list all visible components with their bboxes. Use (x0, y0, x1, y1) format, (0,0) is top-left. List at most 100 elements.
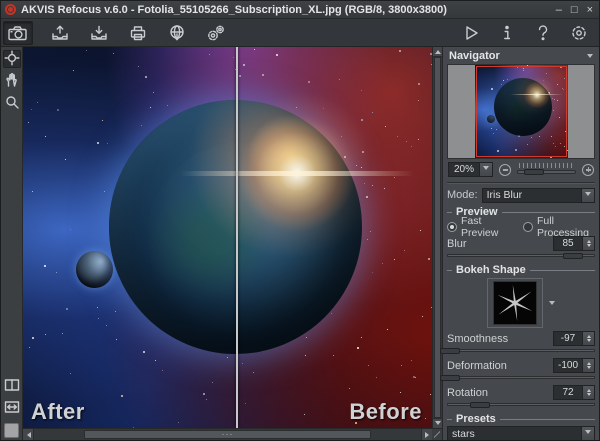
zoom-slider-ticks (519, 163, 574, 168)
blur-spinner[interactable] (583, 236, 595, 251)
preview-group: Preview Fast Preview Full Processing Blu… (447, 206, 595, 262)
preset-dropdown-arrow[interactable] (582, 426, 595, 441)
bokeh-shape-preview[interactable] (493, 281, 537, 325)
scroll-left-arrow[interactable] (23, 429, 34, 440)
mode-row: Mode: Iris Blur (447, 186, 595, 204)
blur-slider[interactable] (447, 252, 595, 260)
split-view-button[interactable] (3, 377, 21, 395)
zoom-value[interactable]: 20% (448, 162, 480, 177)
close-button[interactable]: × (587, 5, 593, 15)
focus-area-tool[interactable] (3, 50, 21, 68)
mode-label: Mode: (447, 189, 478, 201)
bokeh-group: Bokeh Shape (447, 264, 595, 411)
navigator-header[interactable]: Navigator (447, 49, 595, 63)
rotation-param: Rotation 72 (447, 384, 595, 401)
tool-sidebar (1, 47, 23, 440)
zoom-slider[interactable] (517, 163, 576, 177)
play-icon (461, 23, 481, 43)
fast-preview-radio[interactable] (447, 222, 457, 232)
open-button[interactable] (48, 21, 72, 45)
hand-tool[interactable] (3, 72, 21, 90)
preset-value: stars (447, 426, 582, 441)
presets-group-title: Presets (447, 413, 595, 425)
batch-button[interactable] (204, 21, 228, 45)
rotation-value[interactable]: 72 (553, 385, 583, 400)
smoothness-slider-handle[interactable] (440, 348, 460, 354)
canvas-area: After Before (23, 47, 442, 440)
target-move-icon (4, 50, 20, 69)
moon-small (487, 115, 495, 123)
vertical-scroll-thumb[interactable] (434, 57, 441, 418)
zoom-out-button[interactable] (499, 164, 511, 176)
globe-download-icon (167, 23, 187, 43)
gears-icon (205, 23, 227, 43)
rotation-slider[interactable] (447, 401, 595, 409)
smoothness-slider[interactable] (447, 347, 595, 355)
about-button[interactable] (495, 21, 519, 45)
full-processing-radio[interactable] (523, 222, 533, 232)
bokeh-shape-frame (487, 278, 543, 328)
separator (447, 182, 595, 184)
swap-view-button[interactable] (3, 399, 21, 417)
zoom-dropdown-button[interactable] (480, 162, 493, 177)
preset-select[interactable]: stars (447, 426, 595, 441)
zoom-controls: 20% (447, 159, 595, 180)
fast-preview-option[interactable]: Fast Preview (447, 215, 519, 239)
toolbar (1, 19, 599, 47)
mode-dropdown-arrow[interactable] (582, 188, 595, 203)
run-button[interactable] (459, 21, 483, 45)
help-icon (535, 23, 551, 43)
vertical-scrollbar[interactable] (432, 47, 442, 428)
bokeh-shape-dropdown[interactable] (549, 301, 555, 308)
image-view[interactable]: After Before (23, 47, 432, 428)
navigator-collapse-icon[interactable] (587, 54, 593, 61)
info-icon (500, 23, 514, 43)
publish-button[interactable] (165, 21, 189, 45)
deformation-spinner[interactable] (583, 358, 595, 373)
deformation-slider-handle[interactable] (440, 375, 460, 381)
preferences-button[interactable] (567, 21, 591, 45)
window-title: AKVIS Refocus v.6.0 - Fotolia_55105266_S… (21, 4, 447, 16)
rotation-spinner[interactable] (583, 385, 595, 400)
minimize-button[interactable]: – (556, 5, 562, 15)
maximize-button[interactable]: □ (571, 5, 578, 15)
hand-icon (4, 72, 20, 91)
deformation-value[interactable]: -100 (553, 358, 583, 373)
rotation-slider-handle[interactable] (470, 402, 490, 408)
scroll-right-arrow[interactable] (421, 429, 432, 440)
zoom-in-button[interactable] (582, 164, 594, 176)
print-icon (128, 23, 148, 43)
full-processing-option[interactable]: Full Processing (523, 215, 595, 239)
smoothness-value[interactable]: -97 (553, 331, 583, 346)
scroll-down-arrow[interactable] (433, 418, 442, 428)
zoom-slider-handle[interactable] (524, 169, 544, 175)
sun-flare (236, 112, 359, 235)
horizontal-scroll-thumb[interactable] (84, 430, 370, 439)
after-label: After (31, 399, 85, 425)
print-button[interactable] (126, 21, 150, 45)
star-shape-icon (494, 282, 536, 324)
smoothness-spinner[interactable] (583, 331, 595, 346)
help-button[interactable] (531, 21, 555, 45)
before-after-split-line[interactable] (236, 47, 238, 428)
camera-button[interactable] (3, 21, 33, 45)
scroll-up-arrow[interactable] (433, 47, 442, 57)
app-icon (5, 4, 16, 15)
gear-icon (569, 23, 589, 43)
deformation-param: Deformation -100 (447, 357, 595, 374)
background-color-swatch[interactable] (4, 423, 19, 438)
magnifier-icon (4, 94, 20, 113)
app-window: AKVIS Refocus v.6.0 - Fotolia_55105266_S… (0, 0, 600, 441)
save-button[interactable] (87, 21, 111, 45)
horizontal-scrollbar[interactable] (23, 428, 432, 440)
navigator-title: Navigator (449, 50, 500, 62)
navigator-thumbnail[interactable] (475, 65, 568, 158)
bokeh-group-title: Bokeh Shape (447, 264, 595, 276)
blur-value[interactable]: 85 (553, 236, 583, 251)
deformation-slider[interactable] (447, 374, 595, 382)
mode-select[interactable]: Iris Blur (482, 188, 595, 203)
blur-slider-handle[interactable] (563, 253, 583, 259)
presets-group: Presets stars Save Delete Reset (447, 413, 595, 441)
camera-icon (7, 23, 29, 43)
zoom-tool[interactable] (3, 94, 21, 112)
